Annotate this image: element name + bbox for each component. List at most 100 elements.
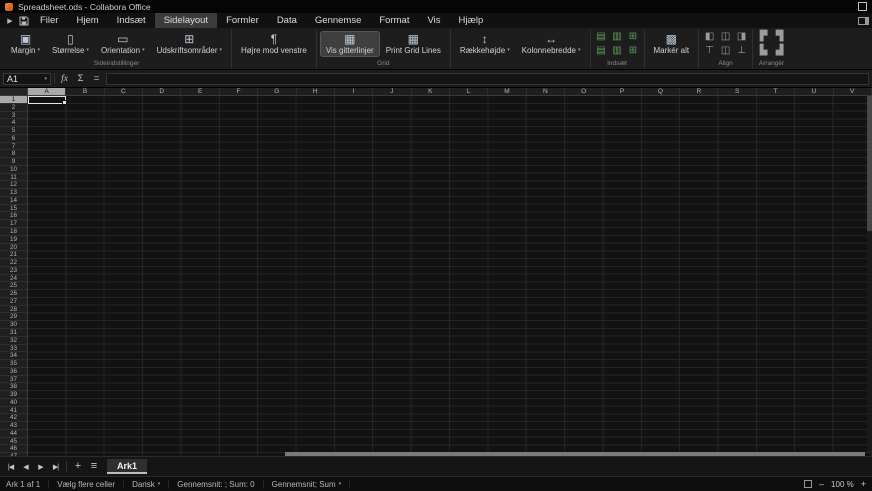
status-sheet-number[interactable]: Ark 1 af 1: [6, 479, 50, 489]
row-header-14[interactable]: 14: [0, 196, 28, 205]
save-icon[interactable]: [17, 16, 31, 26]
menu-hjaelp[interactable]: Hjælp: [450, 13, 493, 28]
row-header-11[interactable]: 11: [0, 173, 28, 182]
zoom-mode-icon[interactable]: [804, 480, 813, 488]
row-header-29[interactable]: 29: [0, 313, 28, 322]
insert-cells-down-icon[interactable]: ⊞: [627, 31, 640, 43]
kolonnebredde-button[interactable]: ↔ Kolonnebredde ▾: [517, 32, 586, 56]
column-header-S[interactable]: S: [718, 88, 757, 96]
send-backward-icon[interactable]: ▙: [757, 45, 770, 57]
marker-alt-button[interactable]: ▩ Markér alt: [649, 32, 695, 56]
column-header-V[interactable]: V: [833, 88, 872, 96]
dropdown-caret-icon[interactable]: ▾: [37, 46, 40, 55]
row-header-44[interactable]: 44: [0, 429, 28, 438]
row-header-10[interactable]: 10: [0, 165, 28, 174]
row-header-47[interactable]: 47: [0, 453, 28, 456]
row-header-39[interactable]: 39: [0, 391, 28, 399]
margin-button[interactable]: ▣ Margin ▾: [6, 32, 45, 56]
selected-cell-outline[interactable]: [28, 96, 68, 105]
cells[interactable]: [28, 96, 872, 456]
zoom-in-button[interactable]: +: [861, 479, 866, 489]
horizontal-scrollbar[interactable]: [28, 452, 867, 456]
bring-to-front-icon[interactable]: ▛: [757, 31, 770, 43]
row-header-32[interactable]: 32: [0, 336, 28, 345]
menu-format[interactable]: Format: [370, 13, 418, 28]
row-header-13[interactable]: 13: [0, 189, 28, 197]
row-header-17[interactable]: 17: [0, 220, 28, 229]
column-header-R[interactable]: R: [680, 88, 719, 96]
sheet-menu-icon[interactable]: ≡: [87, 461, 101, 472]
row-header-46[interactable]: 46: [0, 445, 28, 454]
sheet-nav-last-icon[interactable]: ▶|: [49, 463, 62, 471]
orientation-button[interactable]: ▭ Orientation ▾: [96, 32, 150, 56]
name-box[interactable]: A1 ▾: [3, 72, 51, 85]
dropdown-caret-icon[interactable]: ▾: [578, 46, 581, 55]
row-header-4[interactable]: 4: [0, 119, 28, 128]
row-header-15[interactable]: 15: [0, 204, 28, 213]
row-header-31[interactable]: 31: [0, 328, 28, 337]
udskriftsomraader-button[interactable]: ⊞ Udskriftsområder ▾: [152, 32, 227, 56]
row-header-19[interactable]: 19: [0, 235, 28, 244]
print-grid-lines-button[interactable]: ▦ Print Grid Lines: [381, 32, 446, 56]
row-header-43[interactable]: 43: [0, 422, 28, 430]
column-header-L[interactable]: L: [449, 88, 489, 96]
select-all-corner[interactable]: [0, 88, 28, 96]
menu-data[interactable]: Data: [268, 13, 306, 28]
ui-layout-icon[interactable]: [858, 16, 869, 25]
row-header-5[interactable]: 5: [0, 127, 28, 135]
column-header-H[interactable]: H: [296, 88, 335, 96]
row-header-20[interactable]: 20: [0, 243, 28, 252]
row-header-6[interactable]: 6: [0, 134, 28, 143]
row-header-33[interactable]: 33: [0, 344, 28, 353]
zoom-out-button[interactable]: –: [819, 479, 824, 489]
column-header-F[interactable]: F: [219, 88, 259, 96]
column-header-B[interactable]: B: [66, 88, 105, 96]
align-right-icon[interactable]: ◨: [735, 31, 748, 43]
row-header-22[interactable]: 22: [0, 259, 28, 267]
menu-formler[interactable]: Formler: [217, 13, 268, 28]
dropdown-caret-icon[interactable]: ▾: [142, 46, 145, 55]
fill-handle[interactable]: [62, 99, 68, 105]
column-header-J[interactable]: J: [373, 88, 412, 96]
insert-cells-right-icon[interactable]: ⊞: [627, 45, 640, 57]
row-header-12[interactable]: 12: [0, 181, 28, 190]
row-header-45[interactable]: 45: [0, 437, 28, 446]
column-header-P[interactable]: P: [603, 88, 642, 96]
row-header-38[interactable]: 38: [0, 383, 28, 392]
name-box-caret-icon[interactable]: ▾: [44, 76, 47, 82]
align-bottom-icon[interactable]: ⊥: [735, 45, 748, 57]
menu-vis[interactable]: Vis: [418, 13, 449, 28]
row-header-1[interactable]: 1: [0, 96, 28, 104]
column-header-O[interactable]: O: [565, 88, 604, 96]
sum-icon[interactable]: Σ: [74, 73, 87, 84]
menu-gennemse[interactable]: Gennemse: [306, 13, 370, 28]
column-header-E[interactable]: E: [181, 88, 220, 96]
hoejre-mod-venstre-button[interactable]: ¶ Højre mod venstre: [236, 32, 312, 56]
row-header-30[interactable]: 30: [0, 321, 28, 329]
row-header-16[interactable]: 16: [0, 212, 28, 221]
menu-sidelayout[interactable]: Sidelayout: [154, 13, 218, 28]
column-header-M[interactable]: M: [488, 88, 527, 96]
insert-row-below-icon[interactable]: ▤: [595, 45, 608, 57]
align-middle-icon[interactable]: ◫: [719, 45, 732, 57]
row-header-21[interactable]: 21: [0, 251, 28, 260]
row-header-25[interactable]: 25: [0, 282, 28, 291]
row-header-3[interactable]: 3: [0, 111, 28, 120]
row-header-35[interactable]: 35: [0, 360, 28, 368]
sheet-nav-first-icon[interactable]: |◀: [4, 463, 17, 471]
equals-icon[interactable]: =: [90, 73, 103, 84]
row-header-41[interactable]: 41: [0, 406, 28, 415]
row-header-28[interactable]: 28: [0, 305, 28, 314]
row-header-7[interactable]: 7: [0, 142, 28, 151]
sheet-nav-previous-icon[interactable]: ◀: [19, 463, 32, 471]
dropdown-caret-icon[interactable]: ▾: [86, 46, 89, 55]
vertical-scrollbar-thumb[interactable]: [867, 96, 872, 231]
row-header-24[interactable]: 24: [0, 274, 28, 283]
column-header-A[interactable]: A: [28, 88, 67, 96]
dropdown-caret-icon[interactable]: ▾: [220, 46, 223, 55]
status-stats-selector[interactable]: Gennemsnit; Sum ▾: [264, 479, 351, 489]
row-header-18[interactable]: 18: [0, 228, 28, 236]
row-header-42[interactable]: 42: [0, 414, 28, 423]
align-center-icon[interactable]: ◫: [719, 31, 732, 43]
stoerrelse-button[interactable]: ▯ Størrelse ▾: [47, 32, 94, 56]
